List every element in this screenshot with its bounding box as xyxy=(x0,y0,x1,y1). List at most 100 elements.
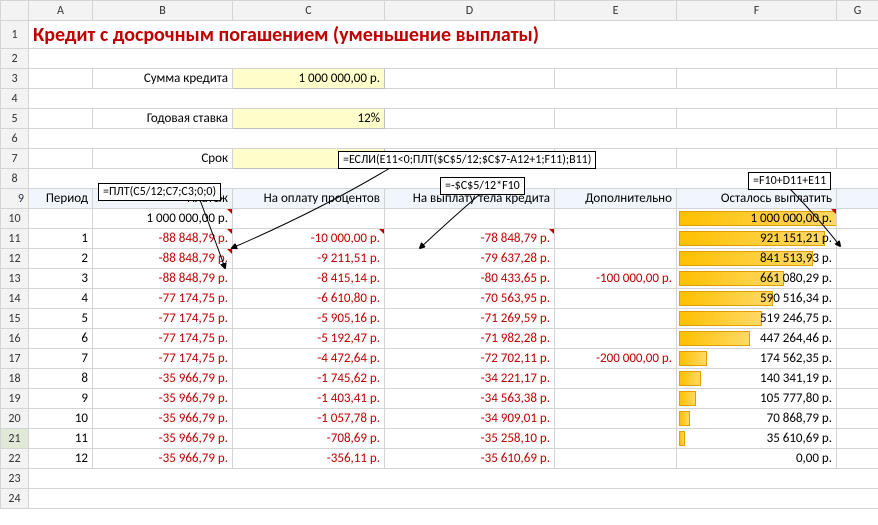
rate-label[interactable]: Годовая ставка xyxy=(93,109,233,129)
sum-input[interactable]: 1 000 000,00 р. xyxy=(233,69,385,89)
row-16[interactable]: 16 xyxy=(1,329,29,349)
interest-cell[interactable]: -708,69 р. xyxy=(233,429,385,449)
payment-cell[interactable]: -35 966,79 р. xyxy=(93,449,233,469)
interest-cell[interactable]: -8 415,14 р. xyxy=(233,269,385,289)
principal-cell[interactable]: -35 258,10 р. xyxy=(385,429,555,449)
payment-cell[interactable]: -77 174,75 р. xyxy=(93,329,233,349)
row-6[interactable]: 6 xyxy=(1,129,29,149)
extra-cell[interactable] xyxy=(555,229,677,249)
principal-cell[interactable]: -71 982,28 р. xyxy=(385,329,555,349)
extra-cell[interactable] xyxy=(555,309,677,329)
balance-cell[interactable]: 921 151,21 р. xyxy=(677,229,837,249)
extra-cell[interactable] xyxy=(555,329,677,349)
balance-cell[interactable]: 35 610,69 р. xyxy=(677,429,837,449)
balance-cell[interactable]: 0,00 р. xyxy=(677,449,837,469)
interest-cell[interactable]: -5 192,47 р. xyxy=(233,329,385,349)
principal-cell[interactable]: -71 269,59 р. xyxy=(385,309,555,329)
extra-cell[interactable] xyxy=(555,289,677,309)
col-E[interactable]: E xyxy=(555,1,677,21)
payment-cell[interactable]: -35 966,79 р. xyxy=(93,369,233,389)
payment-cell[interactable]: -77 174,75 р. xyxy=(93,289,233,309)
balance-cell[interactable]: 661 080,29 р. xyxy=(677,269,837,289)
interest-cell[interactable]: -4 472,64 р. xyxy=(233,349,385,369)
payment-cell[interactable]: -88 848,79 р. xyxy=(93,249,233,269)
row-8[interactable]: 8 xyxy=(1,169,29,189)
balance-cell[interactable]: 841 513,93 р. xyxy=(677,249,837,269)
page-title[interactable]: Кредит с досрочным погашением (уменьшени… xyxy=(29,21,878,49)
extra-cell[interactable]: -100 000,00 р. xyxy=(555,269,677,289)
row-10[interactable]: 10 xyxy=(1,209,29,229)
principal-cell[interactable]: -72 702,11 р. xyxy=(385,349,555,369)
col-F[interactable]: F xyxy=(677,1,837,21)
payment-cell[interactable]: -77 174,75 р. xyxy=(93,309,233,329)
period-cell[interactable]: 3 xyxy=(29,269,93,289)
payment-cell[interactable]: -35 966,79 р. xyxy=(93,389,233,409)
col-A[interactable]: A xyxy=(29,1,93,21)
start-balance[interactable]: 1 000 000,00 р. xyxy=(93,209,233,229)
extra-cell[interactable] xyxy=(555,389,677,409)
row-21[interactable]: 21 xyxy=(1,429,29,449)
row-3[interactable]: 3 xyxy=(1,69,29,89)
balance-cell[interactable]: 590 516,34 р. xyxy=(677,289,837,309)
payment-cell[interactable]: -77 174,75 р. xyxy=(93,349,233,369)
interest-cell[interactable]: -6 610,80 р. xyxy=(233,289,385,309)
extra-cell[interactable] xyxy=(555,369,677,389)
row-15[interactable]: 15 xyxy=(1,309,29,329)
hdr-balance[interactable]: Осталось выплатить xyxy=(677,189,837,209)
payment-cell[interactable]: -88 848,79 р. xyxy=(93,269,233,289)
sum-label[interactable]: Сумма кредита xyxy=(93,69,233,89)
row-12[interactable]: 12 xyxy=(1,249,29,269)
rate-input[interactable]: 12% xyxy=(233,109,385,129)
extra-cell[interactable] xyxy=(555,449,677,469)
principal-cell[interactable]: -70 563,95 р. xyxy=(385,289,555,309)
period-cell[interactable]: 4 xyxy=(29,289,93,309)
balance-cell[interactable]: 519 246,75 р. xyxy=(677,309,837,329)
row-7[interactable]: 7 xyxy=(1,149,29,169)
hdr-period[interactable]: Период xyxy=(29,189,93,209)
payment-cell[interactable]: -35 966,79 р. xyxy=(93,429,233,449)
row-1[interactable]: 1 xyxy=(1,21,29,49)
row-11[interactable]: 11 xyxy=(1,229,29,249)
principal-cell[interactable]: -79 637,28 р. xyxy=(385,249,555,269)
interest-cell[interactable]: -1 403,41 р. xyxy=(233,389,385,409)
row-2[interactable]: 2 xyxy=(1,49,29,69)
term-label[interactable]: Срок xyxy=(93,149,233,169)
interest-cell[interactable]: -1 745,62 р. xyxy=(233,369,385,389)
period-cell[interactable]: 9 xyxy=(29,389,93,409)
interest-cell[interactable]: -356,11 р. xyxy=(233,449,385,469)
balance-cell[interactable]: 140 341,19 р. xyxy=(677,369,837,389)
balance-cell[interactable]: 70 868,79 р. xyxy=(677,409,837,429)
principal-cell[interactable]: -80 433,65 р. xyxy=(385,269,555,289)
row-14[interactable]: 14 xyxy=(1,289,29,309)
spreadsheet[interactable]: A B C D E F G 1 Кредит с досрочным погаш… xyxy=(0,0,878,525)
balance-0[interactable]: 1 000 000,00 р. xyxy=(677,209,837,229)
principal-cell[interactable]: -35 610,69 р. xyxy=(385,449,555,469)
balance-cell[interactable]: 105 777,80 р. xyxy=(677,389,837,409)
col-B[interactable]: B xyxy=(93,1,233,21)
payment-cell[interactable]: -88 848,79 р. xyxy=(93,229,233,249)
row-9[interactable]: 9 xyxy=(1,189,29,209)
period-cell[interactable]: 5 xyxy=(29,309,93,329)
period-cell[interactable]: 7 xyxy=(29,349,93,369)
row-19[interactable]: 19 xyxy=(1,389,29,409)
interest-cell[interactable]: -1 057,78 р. xyxy=(233,409,385,429)
row-17[interactable]: 17 xyxy=(1,349,29,369)
interest-cell[interactable]: -5 905,16 р. xyxy=(233,309,385,329)
period-cell[interactable]: 12 xyxy=(29,449,93,469)
extra-cell[interactable]: -200 000,00 р. xyxy=(555,349,677,369)
period-cell[interactable]: 10 xyxy=(29,409,93,429)
extra-cell[interactable] xyxy=(555,249,677,269)
balance-cell[interactable]: 447 264,46 р. xyxy=(677,329,837,349)
row-22[interactable]: 22 xyxy=(1,449,29,469)
principal-cell[interactable]: -78 848,79 р. xyxy=(385,229,555,249)
hdr-interest[interactable]: На оплату процентов xyxy=(233,189,385,209)
col-D[interactable]: D xyxy=(385,1,555,21)
hdr-extra[interactable]: Дополнительно xyxy=(555,189,677,209)
payment-cell[interactable]: -35 966,79 р. xyxy=(93,409,233,429)
row-5[interactable]: 5 xyxy=(1,109,29,129)
balance-cell[interactable]: 174 562,35 р. xyxy=(677,349,837,369)
row-24[interactable]: 24 xyxy=(1,489,29,509)
interest-cell[interactable]: -9 211,51 р. xyxy=(233,249,385,269)
extra-cell[interactable] xyxy=(555,409,677,429)
row-20[interactable]: 20 xyxy=(1,409,29,429)
